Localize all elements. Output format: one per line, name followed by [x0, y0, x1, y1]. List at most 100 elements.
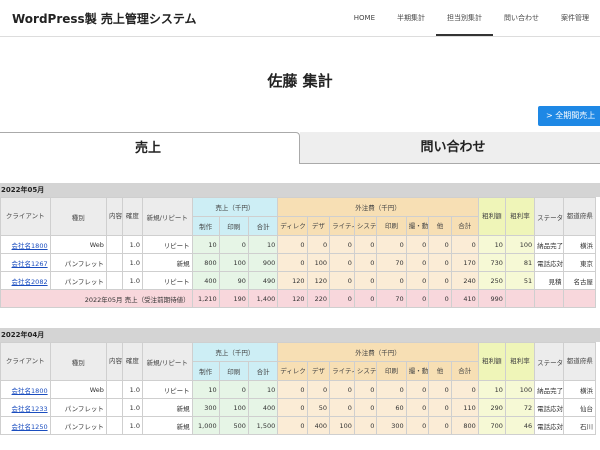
cell-new-repeat: リピート [141, 235, 193, 254]
cell-sales: 800 [191, 253, 220, 272]
col-status: ステータス [534, 342, 565, 381]
nav-by-staff[interactable]: 担当別集計 [436, 0, 493, 36]
cell-outsourcing: 0 [329, 380, 355, 399]
col-sales-sub: 合計 [247, 216, 279, 236]
col-outsourcing-sub: 印刷 [376, 216, 407, 236]
cell-sales: 400 [191, 271, 220, 290]
cell-accuracy: 1.0 [121, 380, 143, 399]
nav-inquiries[interactable]: 問い合わせ [493, 0, 550, 36]
cell-profit: 10 [477, 380, 506, 399]
cell-new-repeat: 新規 [141, 398, 193, 417]
client-link[interactable]: 会社名1250 [0, 416, 51, 435]
cell-outsourcing: 0 [277, 380, 308, 399]
col-outsourcing-sub: システム [353, 361, 378, 381]
cell-outsourcing: 0 [376, 380, 407, 399]
total-outsourcing: 0 [405, 289, 430, 308]
cell-outsourcing: 300 [376, 416, 407, 435]
cell-new-repeat: リピート [141, 380, 193, 399]
col-outsourcing-sub: 印刷 [376, 361, 407, 381]
cell-new-repeat: リピート [141, 271, 193, 290]
cell-type: パンフレット [49, 416, 107, 435]
tab-inquiries[interactable]: 問い合わせ [300, 132, 600, 164]
tab-bar: 売上 問い合わせ [0, 132, 600, 164]
cell-outsourcing: 0 [428, 416, 452, 435]
cell-region: 仙台 [563, 398, 596, 417]
all-period-sales-button[interactable]: > 全期間売上 [538, 106, 600, 126]
cell-accuracy: 1.0 [121, 398, 143, 417]
cell-sales: 900 [247, 253, 279, 272]
nav-half-year[interactable]: 半期集計 [386, 0, 436, 36]
cell-region: 東京 [563, 253, 596, 272]
cell-region: 横浜 [563, 235, 596, 254]
col-type: 種別 [49, 342, 107, 381]
cell-outsourcing: 0 [353, 416, 378, 435]
nav-home[interactable]: HOME [343, 0, 386, 36]
site-brand[interactable]: WordPress製 売上管理システム [12, 10, 197, 27]
cell-status: 電話応対 [534, 416, 565, 435]
cell-content [105, 235, 123, 254]
cell-outsourcing: 0 [353, 271, 378, 290]
col-content: 内容 [105, 197, 123, 236]
client-link[interactable]: 会社名1267 [0, 253, 51, 272]
cell-status: 見積 [534, 271, 565, 290]
cell-outsourcing: 240 [450, 271, 479, 290]
sales-table: クライアント 種別 内容 確度 新規/リピート 売上（千円） 外注費（千円） 粗利額 粗利率 ステ… [0, 197, 600, 308]
tab-sales[interactable]: 売上 [0, 132, 300, 164]
cell-outsourcing: 0 [306, 235, 331, 254]
cell-region: 名古屋 [563, 271, 596, 290]
cell-profit: 10 [477, 235, 506, 254]
total-sales: 190 [218, 289, 249, 308]
table-row: 会社名1800 Web 1.0 リピート 10 0 10 0 0 0 0 0 0 0 0 10 100 納品完了横… [0, 235, 600, 254]
month-label: 2022年05月 [0, 183, 600, 197]
cell-profit: 730 [477, 253, 506, 272]
col-outsourcing-sub: ディレク [277, 361, 308, 381]
client-link[interactable]: 会社名1800 [0, 235, 51, 254]
client-link[interactable]: 会社名1233 [0, 398, 51, 417]
cell-outsourcing: 100 [306, 253, 331, 272]
col-sales-group: 売上（千円） [191, 197, 279, 217]
cell-outsourcing: 0 [353, 380, 378, 399]
cell-outsourcing: 0 [405, 398, 430, 417]
col-new-repeat: 新規/リピート [141, 197, 193, 236]
page-title: 佐藤 集計 [267, 72, 333, 90]
cell-sales: 490 [247, 271, 279, 290]
cell-outsourcing: 0 [376, 235, 407, 254]
client-link[interactable]: 会社名1800 [0, 380, 51, 399]
total-sales: 1,400 [247, 289, 279, 308]
col-content: 内容 [105, 342, 123, 381]
client-link[interactable]: 会社名2082 [0, 271, 51, 290]
nav-projects[interactable]: 案件管理 [550, 0, 600, 36]
cell-region: 横浜 [563, 380, 596, 399]
cell-outsourcing: 0 [428, 398, 452, 417]
cell-outsourcing: 0 [405, 235, 430, 254]
cell-outsourcing: 0 [405, 253, 430, 272]
col-client: クライアント [0, 197, 51, 236]
cell-sales: 400 [247, 398, 279, 417]
total-sales: 1,210 [191, 289, 220, 308]
col-accuracy: 確度 [121, 342, 143, 381]
col-region: 都道府県 [563, 197, 596, 236]
cell-sales: 300 [191, 398, 220, 417]
col-outsourcing-sub: 他 [428, 361, 452, 381]
total-status [534, 289, 565, 308]
cell-sales: 90 [218, 271, 249, 290]
cell-status: 電話応対 [534, 398, 565, 417]
cell-outsourcing: 110 [450, 398, 479, 417]
col-sales-sub: 印刷 [218, 216, 249, 236]
table-row: 会社名1233 パンフレット 1.0 新規 300 100 400 0 50 0 0 60 0 0 110 2… [0, 398, 600, 417]
cell-sales: 100 [218, 398, 249, 417]
table-row: 会社名1250 パンフレット 1.0 新規 1,000 500 1,500 0 400 100 0 3… [0, 416, 600, 435]
total-label: 2022年05月 売上（受注前期待値） [0, 289, 193, 308]
cell-type: パンフレット [49, 253, 107, 272]
cell-outsourcing: 0 [428, 235, 452, 254]
total-row: 2022年05月 売上（受注前期待値） 1,210 190 1,400 120 220 0 0… [0, 289, 600, 308]
cell-outsourcing: 100 [329, 416, 355, 435]
cell-accuracy: 1.0 [121, 416, 143, 435]
total-outsourcing: 70 [376, 289, 407, 308]
cell-profit-rate: 81 [504, 253, 536, 272]
cell-outsourcing: 50 [306, 398, 331, 417]
col-sales-sub: 制作 [191, 216, 220, 236]
table-row: 会社名2082 パンフレット 1.0 リピート 400 90 490 120 120 0 0 0 0 0 2… [0, 271, 600, 290]
sales-table: クライアント 種別 内容 確度 新規/リピート 売上（千円） 外注費（千円） 粗利額 粗利率 ステ… [0, 342, 600, 435]
cell-profit-rate: 100 [504, 235, 536, 254]
